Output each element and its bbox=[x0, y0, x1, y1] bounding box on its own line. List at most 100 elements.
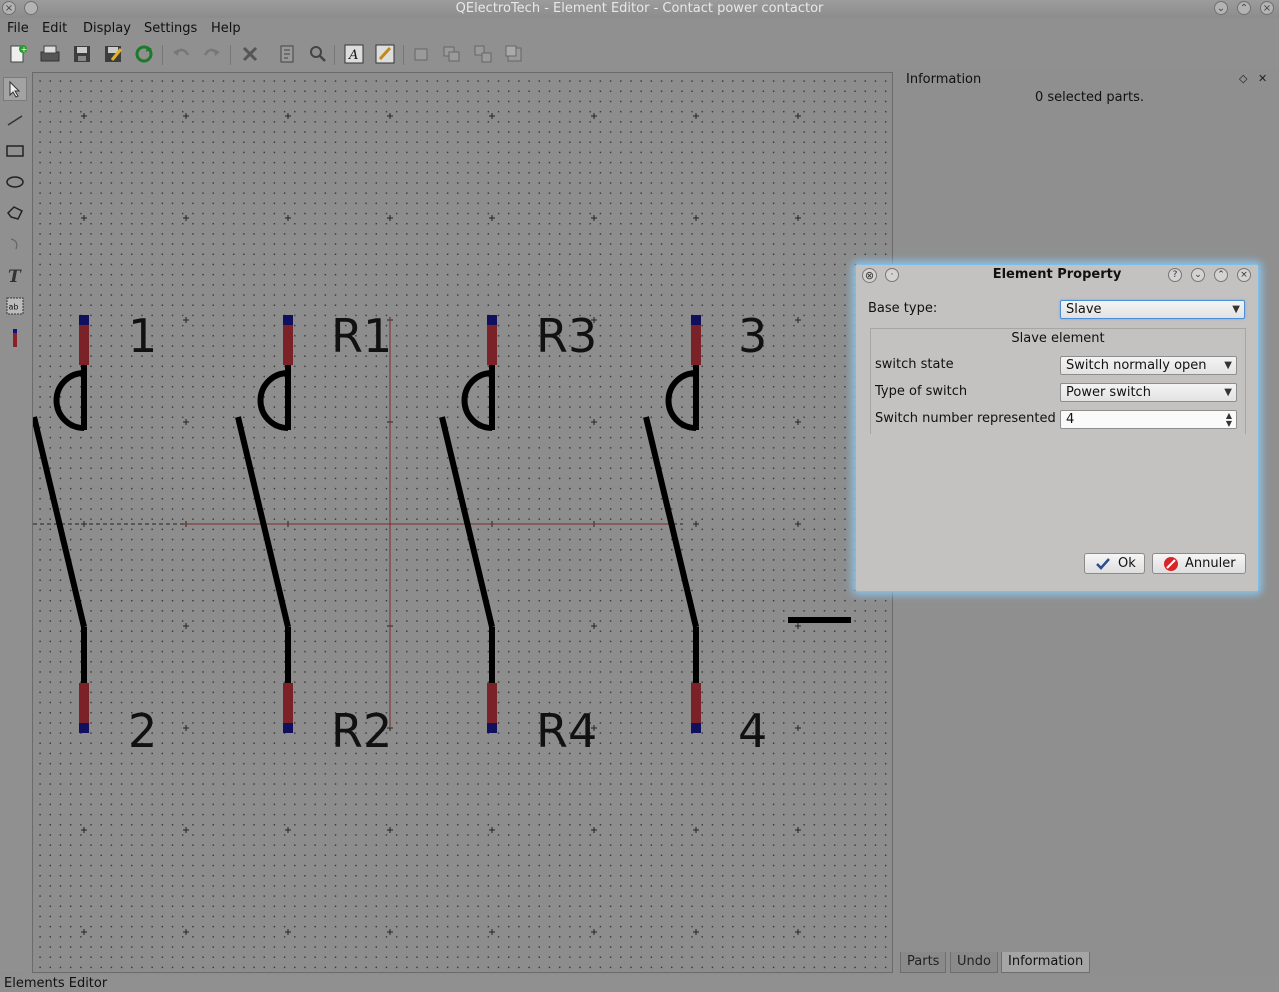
base-type-value: Slave bbox=[1066, 302, 1102, 317]
send-backward-icon[interactable] bbox=[502, 42, 526, 66]
select-icon[interactable] bbox=[3, 77, 27, 101]
polygon-icon[interactable] bbox=[3, 201, 27, 225]
terminal-top bbox=[79, 325, 89, 365]
line-icon[interactable] bbox=[3, 108, 27, 132]
grid-cross bbox=[591, 929, 597, 935]
dialog-close-icon[interactable]: × bbox=[1237, 268, 1251, 282]
menu-display[interactable]: Display bbox=[83, 20, 131, 37]
arc-symbol bbox=[461, 370, 493, 431]
menu-edit[interactable]: Edit bbox=[42, 20, 67, 37]
grid-cross bbox=[387, 113, 393, 119]
dialog-minimize-icon[interactable]: ⌄ bbox=[1191, 268, 1205, 282]
grid-cross bbox=[795, 215, 801, 221]
arc-symbol bbox=[257, 370, 289, 431]
save-as-icon[interactable] bbox=[101, 42, 125, 66]
dialog-maximize-icon[interactable]: ⌃ bbox=[1214, 268, 1228, 282]
ok-button[interactable]: Ok bbox=[1084, 553, 1145, 574]
cancel-button[interactable]: Annuler bbox=[1152, 553, 1246, 574]
tab-undo[interactable]: Undo bbox=[950, 952, 998, 973]
svg-text:T: T bbox=[8, 267, 22, 284]
menu-settings[interactable]: Settings bbox=[144, 20, 197, 37]
edit-icon[interactable] bbox=[373, 42, 397, 66]
reload-icon[interactable] bbox=[132, 42, 156, 66]
grid-cross bbox=[81, 215, 87, 221]
svg-text:A: A bbox=[348, 48, 358, 63]
grid-cross bbox=[387, 215, 393, 221]
switch-blade bbox=[643, 416, 699, 628]
terminal-top-cap bbox=[283, 315, 293, 325]
terminal-bottom-cap bbox=[487, 723, 497, 733]
cancel-label: Annuler bbox=[1185, 556, 1236, 571]
close-app-icon[interactable]: × bbox=[1260, 1, 1274, 15]
toolbar-separator bbox=[403, 45, 404, 65]
ok-label: Ok bbox=[1118, 556, 1136, 571]
element-drawing[interactable]: 1 R1 R3 3 2 R2 R4 4 bbox=[33, 73, 893, 973]
grid-cross bbox=[489, 827, 495, 833]
properties-icon[interactable] bbox=[275, 42, 299, 66]
grid-cross bbox=[489, 929, 495, 935]
text-icon[interactable]: T bbox=[3, 263, 27, 287]
spin-arrows-icon[interactable]: ▲ ▼ bbox=[1226, 412, 1232, 428]
chevron-down-icon: ▼ bbox=[1232, 304, 1240, 315]
grid-cross bbox=[591, 623, 597, 629]
new-icon[interactable]: + bbox=[6, 42, 30, 66]
dialog-help-icon[interactable]: ? bbox=[1168, 268, 1182, 282]
cancel-icon bbox=[1164, 557, 1178, 571]
switch-state-select[interactable]: Switch normally open ▼ bbox=[1060, 356, 1237, 375]
float-dock-icon[interactable]: ◇ bbox=[1239, 72, 1247, 85]
label-2: 2 bbox=[128, 704, 157, 758]
menu-file[interactable]: File bbox=[7, 20, 29, 37]
tab-parts[interactable]: Parts bbox=[900, 952, 947, 973]
menu-help[interactable]: Help bbox=[211, 20, 241, 37]
grid-cross bbox=[795, 317, 801, 323]
tab-information[interactable]: Information bbox=[1001, 952, 1091, 973]
arc-icon[interactable] bbox=[3, 232, 27, 256]
svg-text:+: + bbox=[21, 45, 28, 54]
switch-type-value: Power switch bbox=[1066, 385, 1151, 400]
grid-cross bbox=[693, 521, 699, 527]
grid-cross bbox=[81, 113, 87, 119]
grid-cross bbox=[285, 113, 291, 119]
switch-number-spinbox[interactable]: 4 ▲ ▼ bbox=[1060, 410, 1237, 429]
drawing-tools: T ab bbox=[0, 72, 31, 972]
grid-cross bbox=[795, 827, 801, 833]
ellipse-icon[interactable] bbox=[3, 170, 27, 194]
switch-state-label: switch state bbox=[875, 357, 954, 372]
grid-cross bbox=[81, 827, 87, 833]
grid-cross bbox=[693, 929, 699, 935]
grid-cross bbox=[795, 725, 801, 731]
zoom-icon[interactable] bbox=[306, 42, 330, 66]
lower-icon[interactable] bbox=[440, 42, 464, 66]
raise-icon[interactable] bbox=[409, 42, 433, 66]
grid-cross bbox=[795, 113, 801, 119]
drawing-canvas[interactable]: 1 R1 R3 3 2 R2 R4 4 bbox=[32, 72, 893, 973]
minimize-window-icon[interactable]: ⌄ bbox=[1214, 1, 1228, 15]
switch-blade bbox=[33, 416, 87, 628]
print-icon[interactable] bbox=[38, 42, 62, 66]
save-icon[interactable] bbox=[70, 42, 94, 66]
terminal-bottom-cap bbox=[283, 723, 293, 733]
text-tool-icon[interactable]: A bbox=[342, 42, 366, 66]
terminal-top bbox=[487, 325, 497, 365]
terminal-top-cap bbox=[691, 315, 701, 325]
grid-cross bbox=[285, 929, 291, 935]
switch-type-select[interactable]: Power switch ▼ bbox=[1060, 383, 1237, 402]
grid-cross bbox=[183, 215, 189, 221]
rectangle-icon[interactable] bbox=[3, 139, 27, 163]
bring-forward-icon[interactable] bbox=[471, 42, 495, 66]
switch-number-label: Switch number represented bbox=[875, 411, 1056, 426]
terminal-bottom bbox=[487, 683, 497, 723]
menu-bar: File Edit Display Settings Help bbox=[0, 18, 1279, 39]
redo-icon[interactable] bbox=[200, 42, 224, 66]
dynamic-text-icon[interactable]: ab bbox=[3, 294, 27, 318]
close-dock-icon[interactable]: ✕ bbox=[1258, 72, 1267, 85]
maximize-window-icon[interactable]: ⌃ bbox=[1237, 1, 1251, 15]
base-type-select[interactable]: Slave ▼ bbox=[1060, 300, 1245, 319]
terminal-icon[interactable] bbox=[3, 326, 27, 350]
grid-cross bbox=[795, 419, 801, 425]
grid-cross bbox=[795, 521, 801, 527]
undo-icon[interactable] bbox=[169, 42, 193, 66]
delete-icon[interactable] bbox=[238, 42, 262, 66]
terminal-top-cap bbox=[487, 315, 497, 325]
svg-text:ab: ab bbox=[9, 303, 19, 312]
